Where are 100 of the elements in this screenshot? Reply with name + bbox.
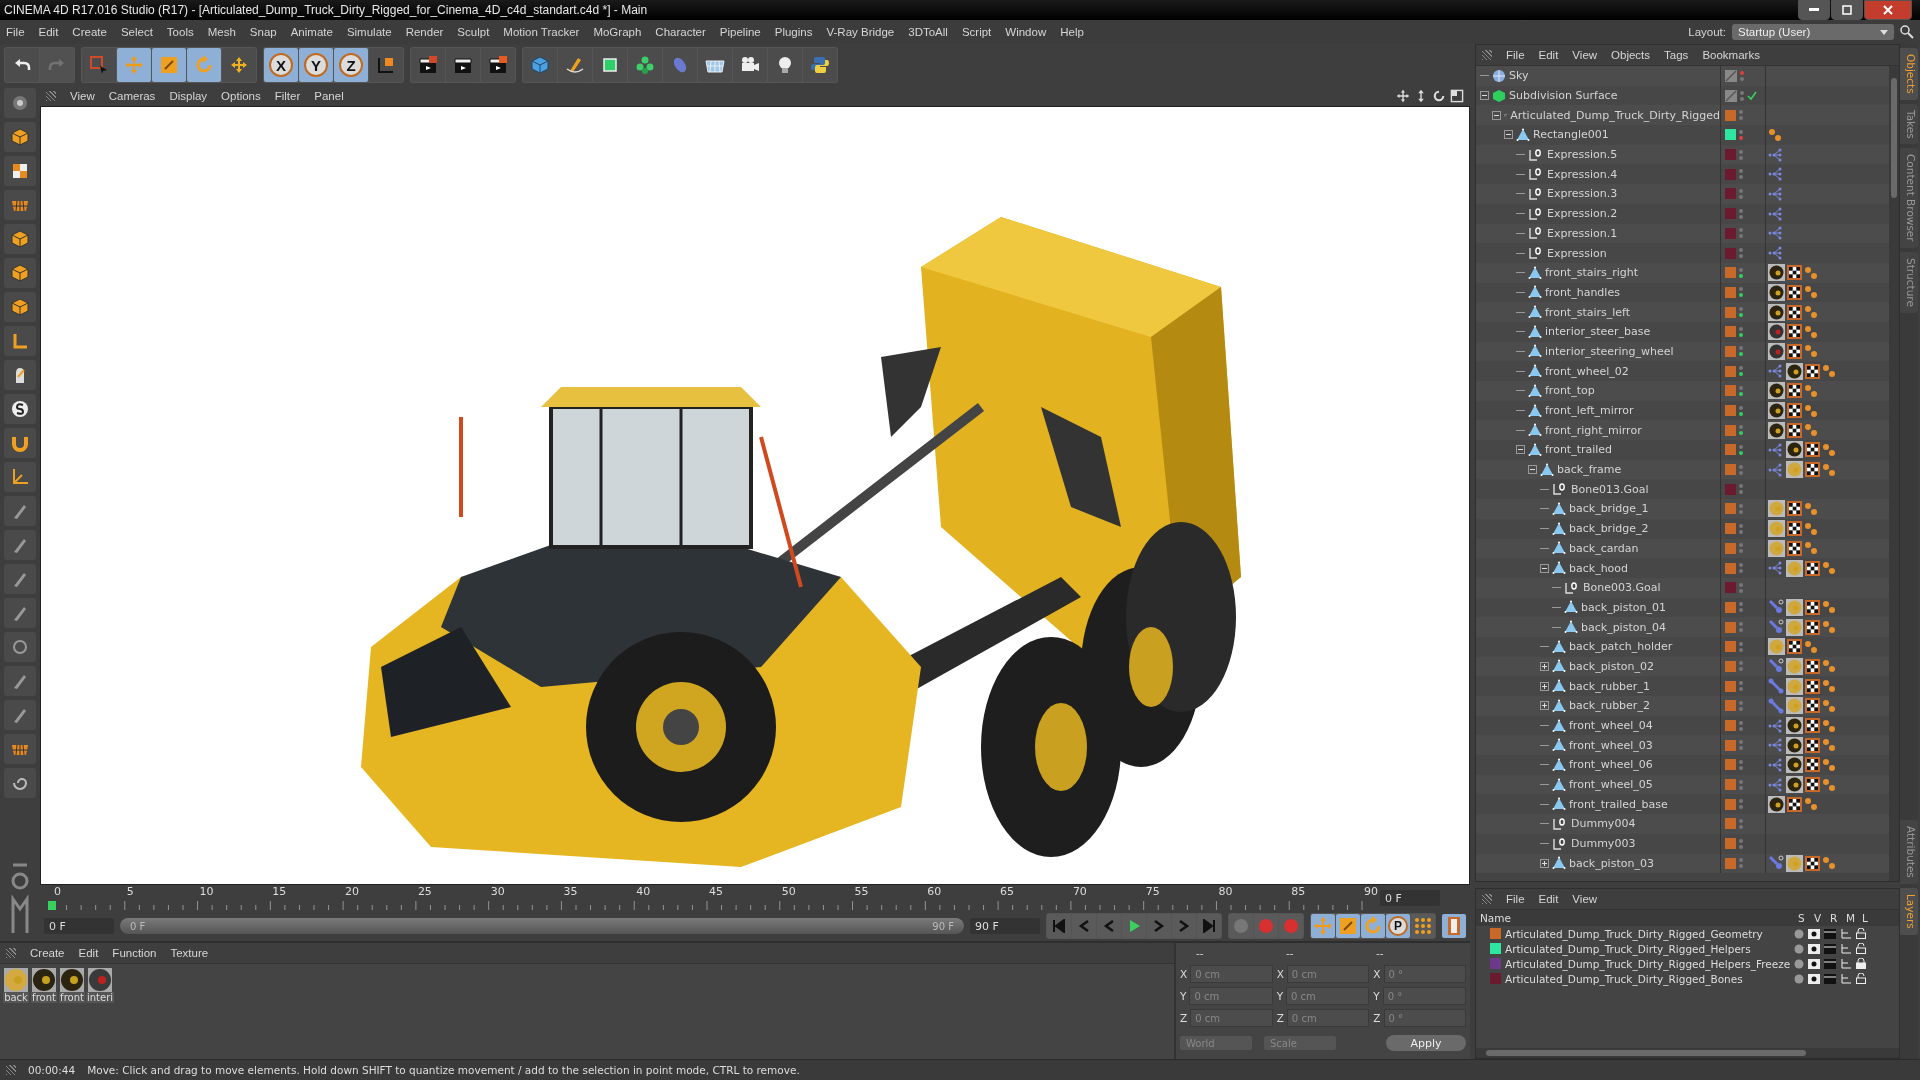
object-name[interactable]: interior_steering_wheel: [1545, 344, 1674, 358]
side-tab[interactable]: Attributes: [1900, 820, 1918, 885]
scale-key-button[interactable]: [1336, 914, 1360, 938]
clapperboard-icon[interactable]: [1824, 943, 1836, 954]
object-name[interactable]: back_bridge_2: [1569, 522, 1649, 536]
start-frame-field[interactable]: 0 F: [44, 918, 114, 934]
visibility-dots[interactable]: [1739, 464, 1743, 475]
viewport[interactable]: [40, 106, 1470, 885]
object-menu-item[interactable]: View: [1572, 49, 1598, 61]
viewport-menu-item[interactable]: Panel: [314, 90, 344, 102]
object-row[interactable]: Sky: [1476, 66, 1889, 86]
object-name[interactable]: front_wheel_05: [1569, 778, 1653, 792]
object-name[interactable]: front_stairs_left: [1545, 305, 1631, 319]
hierarchy-icon[interactable]: [1840, 943, 1852, 954]
hierarchy-icon[interactable]: [1840, 973, 1852, 984]
scale-tool-button[interactable]: [152, 48, 186, 82]
visibility-dots[interactable]: [1739, 110, 1743, 121]
grip-icon[interactable]: [46, 91, 56, 101]
menu-item[interactable]: Create: [72, 26, 107, 38]
viewport-menu-item[interactable]: View: [70, 90, 95, 102]
material-name[interactable]: back: [3, 992, 29, 1003]
visibility-dots[interactable]: [1739, 307, 1743, 318]
object-name[interactable]: back_bridge_1: [1569, 502, 1649, 516]
layer-row[interactable]: Articulated_Dump_Truck_Dirty_Rigged_Geometry: [1476, 926, 1899, 941]
object-name[interactable]: Dummy003: [1571, 837, 1636, 851]
object-name[interactable]: Bone013.Goal: [1571, 482, 1649, 496]
undo-tool-button[interactable]: [5, 48, 39, 82]
multi-move-tool-button[interactable]: [222, 48, 256, 82]
collapse-icon[interactable]: [1528, 465, 1537, 475]
axis-lock-button[interactable]: X: [264, 48, 298, 82]
apply-button[interactable]: Apply: [1386, 1035, 1466, 1051]
visibility-dots[interactable]: [1739, 228, 1743, 239]
hierarchy-icon[interactable]: [1840, 928, 1852, 939]
visibility-dots[interactable]: [1739, 208, 1743, 219]
layer-menu-item[interactable]: File: [1506, 893, 1525, 905]
eye-icon[interactable]: [1808, 958, 1820, 969]
object-row[interactable]: back_rubber_2: [1476, 696, 1889, 716]
visibility-dots[interactable]: [1739, 563, 1743, 574]
layer-row[interactable]: Articulated_Dump_Truck_Dirty_Rigged_Helpers_Freeze: [1476, 956, 1899, 971]
expand-icon[interactable]: [1540, 681, 1549, 691]
menu-item[interactable]: Simulate: [346, 26, 392, 38]
object-name[interactable]: front_wheel_04: [1569, 719, 1653, 733]
menu-item[interactable]: Plugins: [774, 26, 813, 38]
clapperboard-icon[interactable]: [1824, 928, 1836, 939]
object-name[interactable]: front_wheel_02: [1545, 364, 1629, 378]
object-menu-item[interactable]: Objects: [1611, 49, 1651, 61]
object-row[interactable]: back_bridge_1: [1476, 499, 1889, 519]
prev-key-button[interactable]: [1072, 914, 1096, 938]
clapperboard-icon[interactable]: [1824, 958, 1836, 969]
light-tool-button[interactable]: [768, 48, 802, 82]
eye-icon[interactable]: [1808, 928, 1820, 939]
object-row[interactable]: front_wheel_05: [1476, 774, 1889, 795]
prev-button[interactable]: [1097, 914, 1121, 938]
object-name[interactable]: back_piston_02: [1569, 659, 1654, 673]
menu-item[interactable]: Tools: [166, 26, 194, 38]
layer-row[interactable]: Articulated_Dump_Truck_Dirty_Rigged_Bones: [1476, 971, 1899, 986]
layout-dropdown[interactable]: Startup (User): [1732, 24, 1894, 40]
expand-icon[interactable]: [1540, 701, 1549, 711]
object-name[interactable]: front_top: [1545, 384, 1595, 398]
object-name[interactable]: back_cardan: [1569, 541, 1639, 555]
menu-item[interactable]: Edit: [38, 26, 59, 38]
visibility-dots[interactable]: [1739, 129, 1743, 140]
layer-name[interactable]: Articulated_Dump_Truck_Dirty_Rigged_Bones: [1505, 972, 1790, 985]
visibility-dots[interactable]: [1740, 90, 1744, 101]
floor-tool-button[interactable]: [698, 48, 732, 82]
object-name[interactable]: back_piston_03: [1569, 856, 1654, 870]
menu-item[interactable]: File: [6, 26, 25, 38]
material-menu-item[interactable]: Function: [112, 947, 157, 959]
visibility-dots[interactable]: [1739, 405, 1743, 416]
menu-item[interactable]: V-Ray Bridge: [826, 26, 895, 38]
object-menu-item[interactable]: Edit: [1538, 49, 1559, 61]
layer-name[interactable]: Articulated_Dump_Truck_Dirty_Rigged_Helpers: [1505, 942, 1790, 955]
visibility-dots[interactable]: [1739, 720, 1743, 731]
python-tool-button[interactable]: [803, 48, 837, 82]
object-name[interactable]: Expression.5: [1547, 148, 1618, 162]
visibility-dots[interactable]: [1739, 681, 1743, 692]
current-frame-field[interactable]: 0 F: [1380, 890, 1440, 906]
visibility-dots[interactable]: [1739, 425, 1743, 436]
collapse-icon[interactable]: [1516, 445, 1525, 455]
maximize-button[interactable]: [1831, 0, 1863, 20]
visibility-dots[interactable]: [1739, 149, 1743, 160]
object-menu-item[interactable]: Tags: [1664, 49, 1689, 61]
layer-name[interactable]: Articulated_Dump_Truck_Dirty_Rigged_Helpers_Freeze: [1505, 957, 1790, 970]
object-row[interactable]: front_stairs_right: [1476, 262, 1889, 283]
object-name[interactable]: Bone003.Goal: [1583, 581, 1661, 595]
axis-lock-button[interactable]: Y: [299, 48, 333, 82]
clapperboard-icon[interactable]: [1824, 973, 1836, 984]
collapse-icon[interactable]: [1504, 130, 1513, 140]
object-row[interactable]: back_piston_03: [1476, 853, 1889, 874]
subdiv-tool-button[interactable]: [593, 48, 627, 82]
menu-item[interactable]: Pipeline: [719, 26, 761, 38]
visibility-dots[interactable]: [1739, 287, 1743, 298]
material-menu-item[interactable]: Texture: [170, 947, 209, 959]
collapse-icon[interactable]: [1492, 110, 1501, 120]
eye-icon[interactable]: [1808, 973, 1820, 984]
eye-icon[interactable]: [1808, 943, 1820, 954]
next-key-button[interactable]: [1172, 914, 1196, 938]
visibility-dots[interactable]: [1739, 169, 1743, 180]
object-row[interactable]: Dummy004: [1476, 814, 1889, 834]
object-name[interactable]: back_rubber_1: [1569, 679, 1650, 693]
